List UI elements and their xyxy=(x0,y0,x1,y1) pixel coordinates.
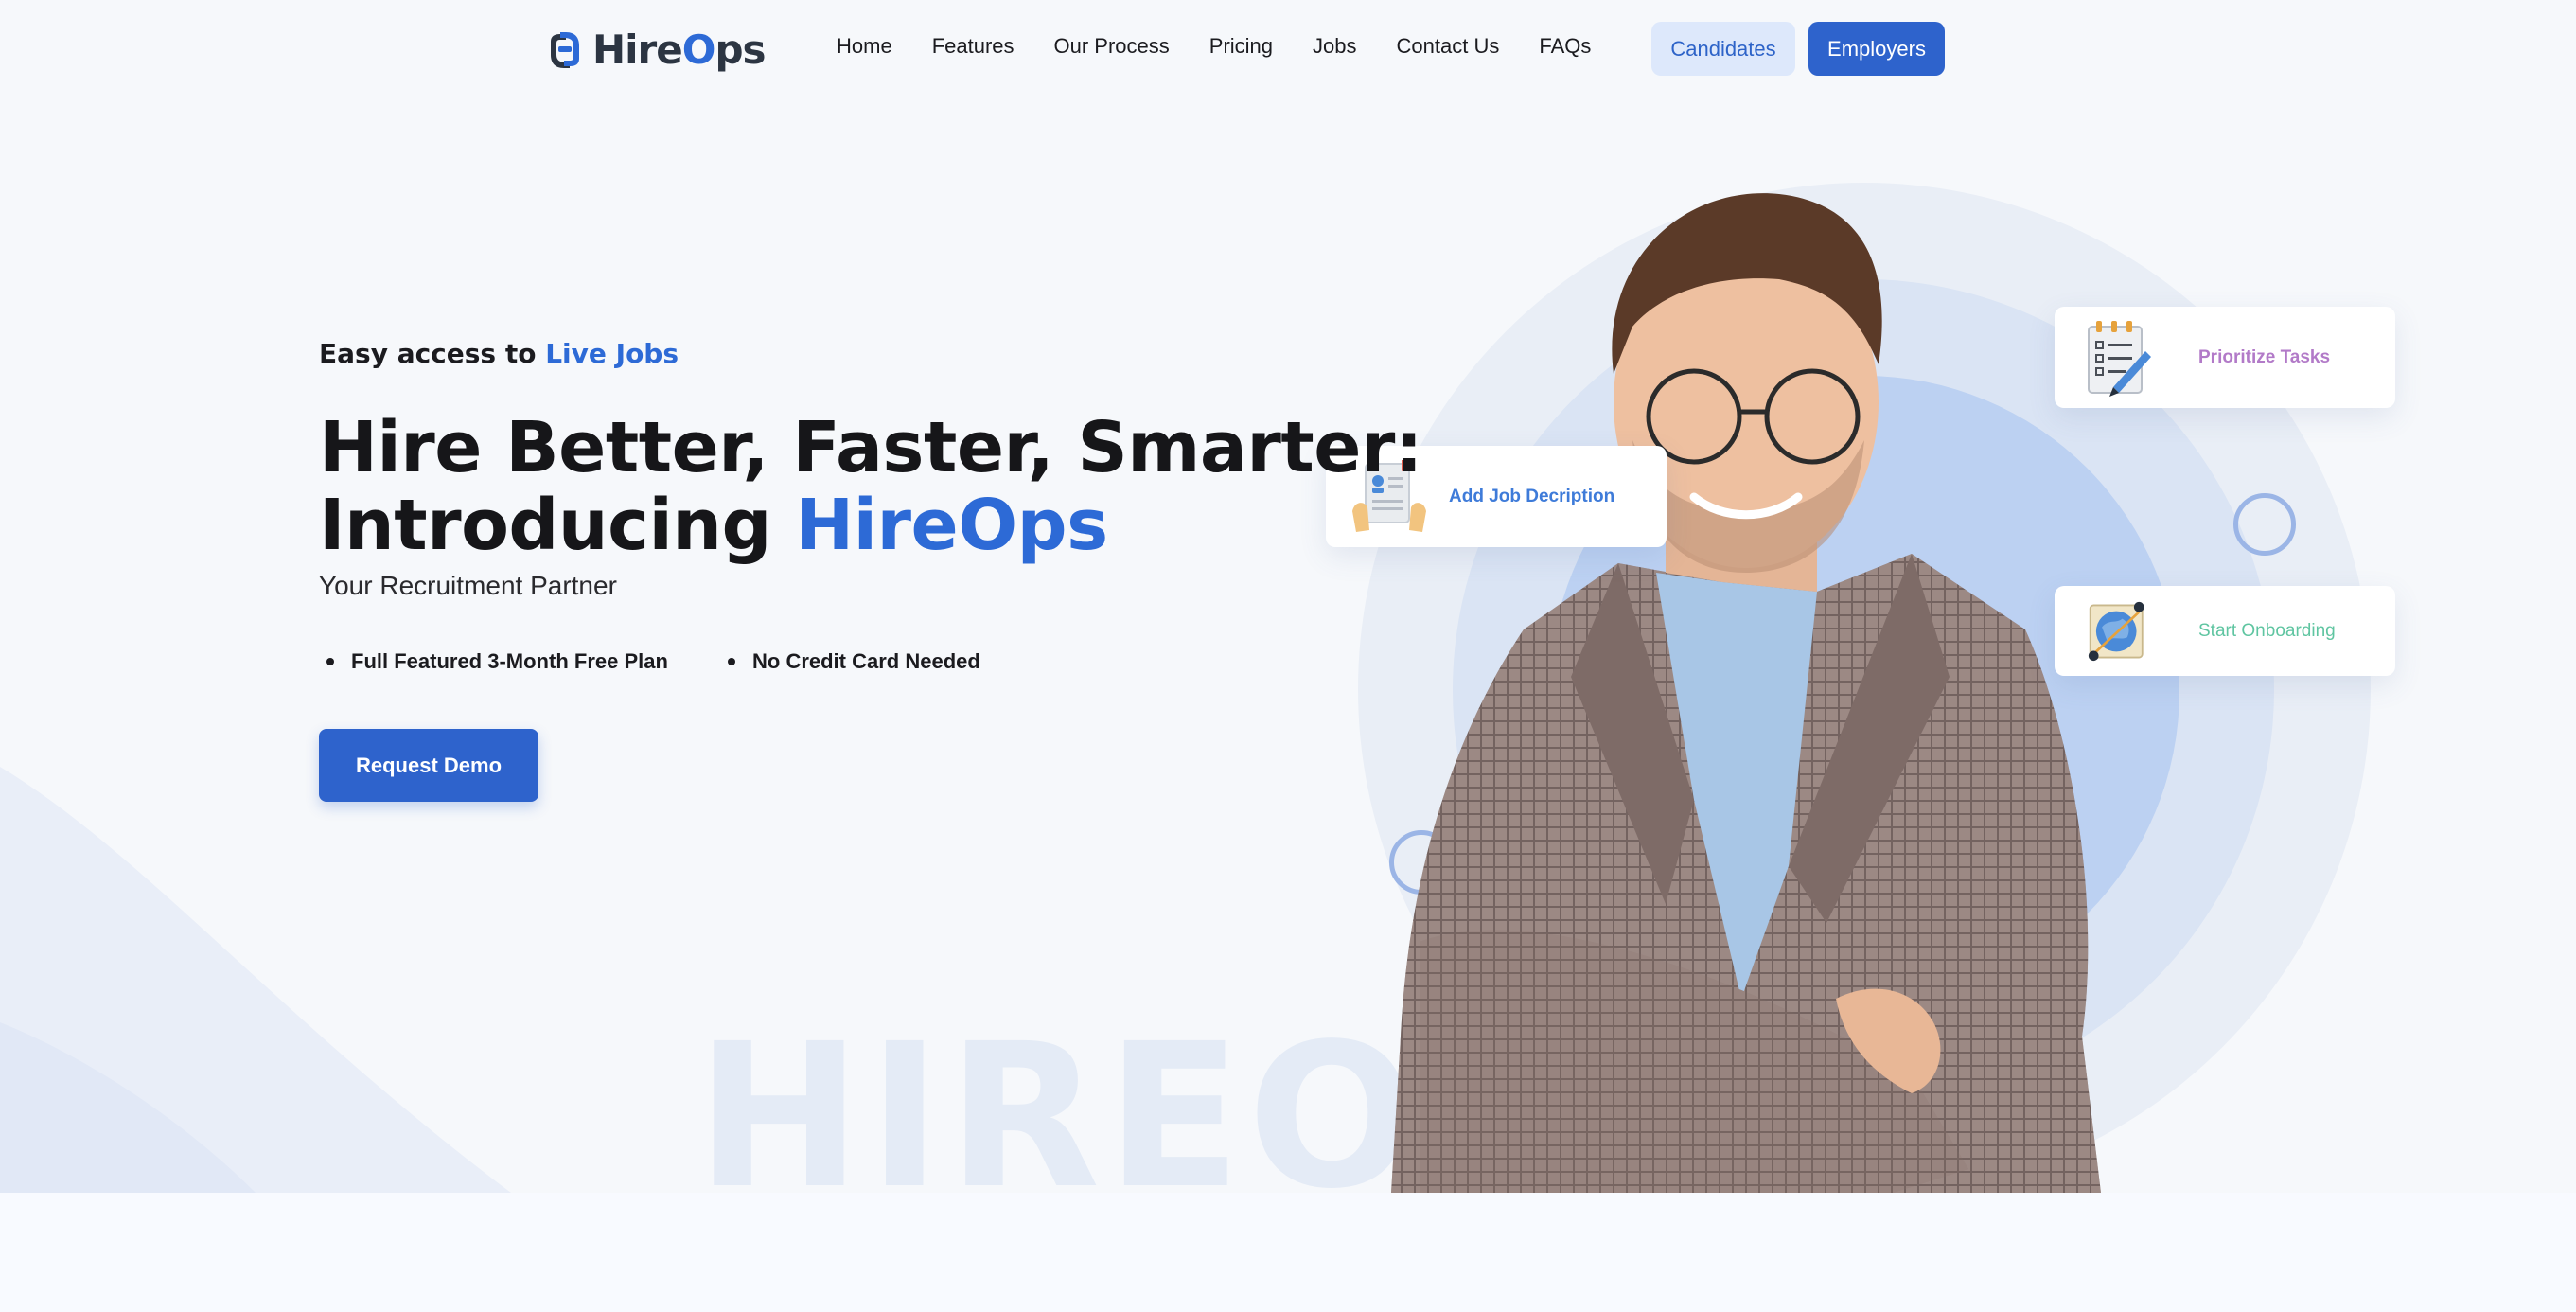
brand-name-o: O xyxy=(681,27,716,73)
top-navigation: HireOps Home Features Our Process Pricin… xyxy=(0,0,2576,98)
hero-title: Hire Better, Faster, Smarter: Introducin… xyxy=(319,407,1423,564)
brand-logo[interactable]: HireOps xyxy=(543,27,767,73)
nav-link-home[interactable]: Home xyxy=(837,34,892,59)
bullet-dot xyxy=(728,658,735,665)
hero-title-line-2: Introducing HireOps xyxy=(319,487,1422,564)
request-demo-button[interactable]: Request Demo xyxy=(319,729,538,802)
hero-title-prefix: Introducing xyxy=(319,485,771,566)
hero-bullet-list: Full Featured 3-Month Free Plan No Credi… xyxy=(319,649,980,674)
feature-card-label: Prioritize Tasks xyxy=(2198,346,2331,367)
feature-card-start-onboarding[interactable]: Start Onboarding xyxy=(2055,586,2395,676)
nav-link-our-process[interactable]: Our Process xyxy=(1054,34,1170,59)
live-jobs-link[interactable]: Live Jobs xyxy=(545,338,679,369)
hireops-logo-icon xyxy=(551,31,579,68)
hero-title-accent: HireOps xyxy=(795,485,1108,566)
hero-person-image xyxy=(1391,193,2101,1193)
brand-name-prefix: Hire xyxy=(592,27,683,73)
nav-link-faqs[interactable]: FAQs xyxy=(1539,34,1591,59)
feature-card-label: Add Job Decription xyxy=(1449,486,1615,506)
below-fold-section xyxy=(0,1193,2576,1312)
feature-card-label: Start Onboarding xyxy=(2198,620,2336,641)
hero-eyebrow: Easy access to Live Jobs xyxy=(319,338,679,369)
feature-card-prioritize-tasks[interactable]: Prioritize Tasks xyxy=(2055,307,2395,408)
nav-link-jobs[interactable]: Jobs xyxy=(1313,34,1356,59)
bullet-dot xyxy=(326,658,334,665)
brand-name-suffix: ps xyxy=(715,27,766,73)
eyebrow-prefix: Easy access to xyxy=(319,338,537,369)
nav-link-pricing[interactable]: Pricing xyxy=(1209,34,1273,59)
brand-wordmark: HireOps xyxy=(592,27,767,73)
main-menu: Home Features Our Process Pricing Jobs C… xyxy=(837,34,1631,59)
nav-link-contact-us[interactable]: Contact Us xyxy=(1397,34,1500,59)
hero-title-line-1: Hire Better, Faster, Smarter: xyxy=(319,407,1423,488)
candidates-button[interactable]: Candidates xyxy=(1651,22,1795,76)
bullet-item: No Credit Card Needed xyxy=(720,649,980,674)
bullet-text: No Credit Card Needed xyxy=(752,649,980,673)
bullet-item: Full Featured 3-Month Free Plan xyxy=(319,649,720,674)
employers-button[interactable]: Employers xyxy=(1808,22,1945,76)
onboarding-globe-icon xyxy=(2088,601,2144,661)
hero-subtitle: Your Recruitment Partner xyxy=(319,571,617,600)
bullet-text: Full Featured 3-Month Free Plan xyxy=(351,649,668,673)
nav-link-features[interactable]: Features xyxy=(932,34,1015,59)
task-checklist-icon xyxy=(2088,320,2151,397)
decorative-circle-right xyxy=(2233,493,2296,556)
